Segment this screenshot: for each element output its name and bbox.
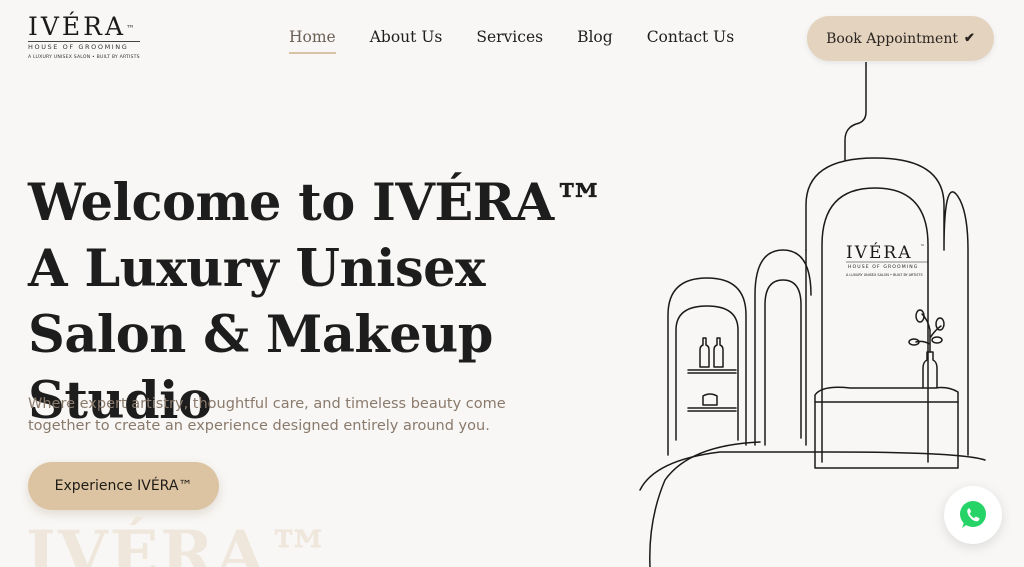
check-icon: ✔ [963, 31, 975, 46]
main-nav: Home About Us Services Blog Contact Us [289, 28, 734, 54]
sign-subtitle: HOUSE OF GROOMING [848, 264, 918, 270]
logo-subtitle: HOUSE OF GROOMING [28, 41, 140, 51]
sign-wordmark: IVÉRA [846, 242, 912, 263]
whatsapp-button[interactable] [944, 486, 1002, 544]
logo[interactable]: IVÉRA™ HOUSE OF GROOMING A LUXURY UNISEX… [28, 14, 148, 60]
logo-tm: ™ [126, 24, 135, 33]
book-appointment-button[interactable]: Book Appointment ✔ [807, 16, 994, 61]
nav-blog[interactable]: Blog [577, 28, 613, 54]
experience-button[interactable]: Experience IVÉRA™ [28, 462, 219, 510]
nav-services[interactable]: Services [476, 28, 543, 54]
nav-home[interactable]: Home [289, 28, 336, 54]
book-appointment-label: Book Appointment [826, 30, 958, 47]
hero-subtitle: Where expert artistry, thoughtful care, … [28, 396, 506, 434]
nav-about-us[interactable]: About Us [370, 28, 443, 54]
watermark-text: IVÉRA™ [26, 517, 334, 567]
logo-wordmark: IVÉRA [28, 12, 127, 41]
sign-tagline: A LUXURY UNISEX SALON • BUILT BY ARTISTS [846, 273, 923, 277]
whatsapp-icon [960, 501, 986, 528]
logo-tagline: A LUXURY UNISEX SALON • BUILT BY ARTISTS [28, 55, 140, 60]
nav-contact-us[interactable]: Contact Us [647, 28, 735, 54]
sign-tm: ™ [920, 244, 925, 250]
